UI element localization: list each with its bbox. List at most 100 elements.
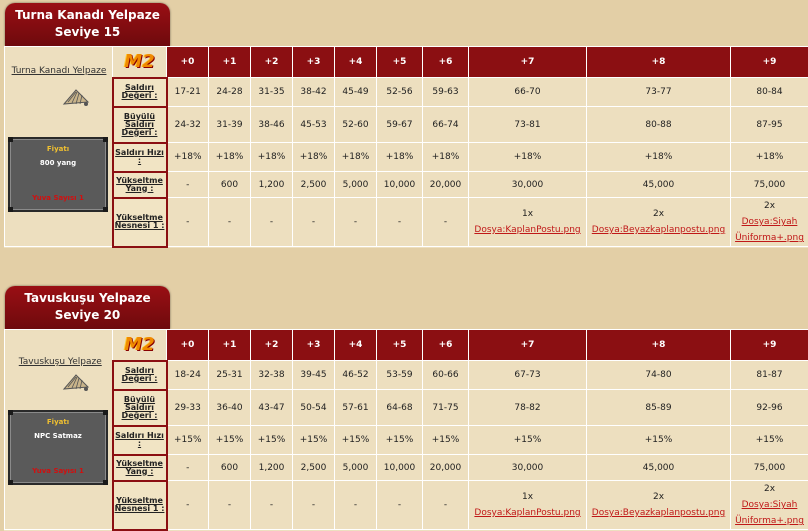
yang-value: 20,000 [423, 455, 469, 481]
row-label: Yükseltme Yang : [113, 455, 167, 481]
speed-value: +18% [167, 143, 209, 172]
yang-value: 1,200 [251, 172, 293, 198]
yang-value: - [167, 172, 209, 198]
item-title-tab: Tavuskuşu Yelpaze Seviye 20 [5, 286, 170, 329]
attack-value: 74-80 [587, 361, 731, 390]
upgrade-item-value: - [209, 198, 251, 247]
level-header: +7 [469, 330, 587, 361]
attack-value: 18-24 [167, 361, 209, 390]
row-label: Saldırı Hızı : [113, 143, 167, 172]
level-header: +7 [469, 47, 587, 78]
upgrade-item-value: - [293, 198, 335, 247]
item-info-cell: Tavuskuşu Yelpaze Fiyatı NPC Satmaz Yuva… [5, 330, 113, 530]
file-link[interactable]: Dosya:Beyazkaplanpostu.png [592, 508, 725, 518]
level-header: +5 [377, 47, 423, 78]
yang-value: 30,000 [469, 455, 587, 481]
price-title: Fiyatı [10, 418, 106, 426]
table-row: Saldırı Değeri : 18-24 25-31 32-38 39-45… [5, 361, 808, 390]
level-header: +8 [587, 47, 731, 78]
level-header: +0 [167, 47, 209, 78]
table-row: Yükseltme Yang : - 600 1,200 2,500 5,000… [5, 455, 808, 481]
price-box: Fiyatı 800 yang Yuva Sayısı 1 [8, 137, 108, 212]
upgrade-item-cell: 2x Dosya:Siyah Üniforma+.png [731, 198, 808, 247]
table-row: Büyülü Saldırı Değeri : 29-33 36-40 43-4… [5, 390, 808, 426]
magic-value: 38-46 [251, 107, 293, 143]
magic-value: 36-40 [209, 390, 251, 426]
speed-value: +15% [377, 426, 423, 455]
upgrade-item-cell: 2x Dosya:Beyazkaplanpostu.png [587, 481, 731, 530]
speed-value: +18% [587, 143, 731, 172]
attack-value: 32-38 [251, 361, 293, 390]
upgrade-item-value: - [335, 198, 377, 247]
item-level: Seviye 20 [5, 307, 170, 324]
magic-value: 59-67 [377, 107, 423, 143]
attack-value: 25-31 [209, 361, 251, 390]
speed-value: +15% [209, 426, 251, 455]
magic-value: 29-33 [167, 390, 209, 426]
table-row: Saldırı Hızı : +18% +18% +18% +18% +18% … [5, 143, 808, 172]
speed-value: +18% [377, 143, 423, 172]
yang-value: 600 [209, 455, 251, 481]
item-name-link[interactable]: Turna Kanadı Yelpaze [9, 63, 109, 80]
magic-value: 80-88 [587, 107, 731, 143]
magic-value: 24-32 [167, 107, 209, 143]
upgrade-item-value: - [423, 481, 469, 530]
attack-value: 46-52 [335, 361, 377, 390]
magic-value: 87-95 [731, 107, 808, 143]
magic-value: 45-53 [293, 107, 335, 143]
attack-value: 39-45 [293, 361, 335, 390]
row-label: Saldırı Hızı : [113, 426, 167, 455]
speed-value: +18% [731, 143, 808, 172]
level-header: +4 [335, 47, 377, 78]
row-label: Büyülü Saldırı Değeri : [113, 390, 167, 426]
magic-value: 66-74 [423, 107, 469, 143]
attack-value: 24-28 [209, 78, 251, 107]
table-row: Saldırı Değeri : 17-21 24-28 31-35 38-42… [5, 78, 808, 107]
socket-count: Yuva Sayısı 1 [10, 194, 106, 202]
file-link[interactable]: Dosya:Siyah Üniforma+.png [735, 500, 804, 526]
table-row: Saldırı Hızı : +15% +15% +15% +15% +15% … [5, 426, 808, 455]
level-header: +4 [335, 330, 377, 361]
price-value: NPC Satmaz [10, 432, 106, 440]
speed-value: +15% [251, 426, 293, 455]
speed-value: +15% [423, 426, 469, 455]
level-header: +6 [423, 330, 469, 361]
upgrade-item-value: - [167, 481, 209, 530]
item-name-link[interactable]: Tavuskuşu Yelpaze [9, 357, 112, 367]
upgrade-item-value: - [377, 481, 423, 530]
upgrade-item-cell: 1x Dosya:KaplanPostu.png [469, 198, 587, 247]
item-title: Tavuskuşu Yelpaze [5, 290, 170, 307]
level-header: +1 [209, 47, 251, 78]
upgrade-item-cell: 1x Dosya:KaplanPostu.png [469, 481, 587, 530]
table-row: Büyülü Saldırı Değeri : 24-32 31-39 38-4… [5, 107, 808, 143]
yang-value: 600 [209, 172, 251, 198]
attack-value: 52-56 [377, 78, 423, 107]
item-level: Seviye 15 [5, 24, 170, 41]
speed-value: +15% [587, 426, 731, 455]
magic-value: 73-81 [469, 107, 587, 143]
yang-value: 2,500 [293, 172, 335, 198]
upgrade-count: 2x [731, 198, 808, 214]
magic-value: 64-68 [377, 390, 423, 426]
row-label: Yükseltme Yang : [113, 172, 167, 198]
upgrade-item-value: - [251, 481, 293, 530]
file-link[interactable]: Dosya:Beyazkaplanpostu.png [592, 225, 725, 235]
upgrade-item-value: - [423, 198, 469, 247]
attack-value: 17-21 [167, 78, 209, 107]
speed-value: +15% [469, 426, 587, 455]
file-link[interactable]: Dosya:Siyah Üniforma+.png [735, 217, 804, 243]
speed-value: +18% [469, 143, 587, 172]
magic-value: 43-47 [251, 390, 293, 426]
logo-cell: M2 [113, 330, 167, 361]
file-link[interactable]: Dosya:KaplanPostu.png [474, 508, 580, 518]
magic-value: 92-96 [731, 390, 808, 426]
upgrade-item-value: - [335, 481, 377, 530]
file-link[interactable]: Dosya:KaplanPostu.png [474, 225, 580, 235]
speed-value: +18% [335, 143, 377, 172]
attack-value: 73-77 [587, 78, 731, 107]
yang-value: 2,500 [293, 455, 335, 481]
magic-value: 71-75 [423, 390, 469, 426]
level-header: +9 [731, 47, 808, 78]
attack-value: 81-87 [731, 361, 808, 390]
table-row: Yükseltme Nesnesi 1 : - - - - - - - 1x D… [5, 481, 808, 530]
